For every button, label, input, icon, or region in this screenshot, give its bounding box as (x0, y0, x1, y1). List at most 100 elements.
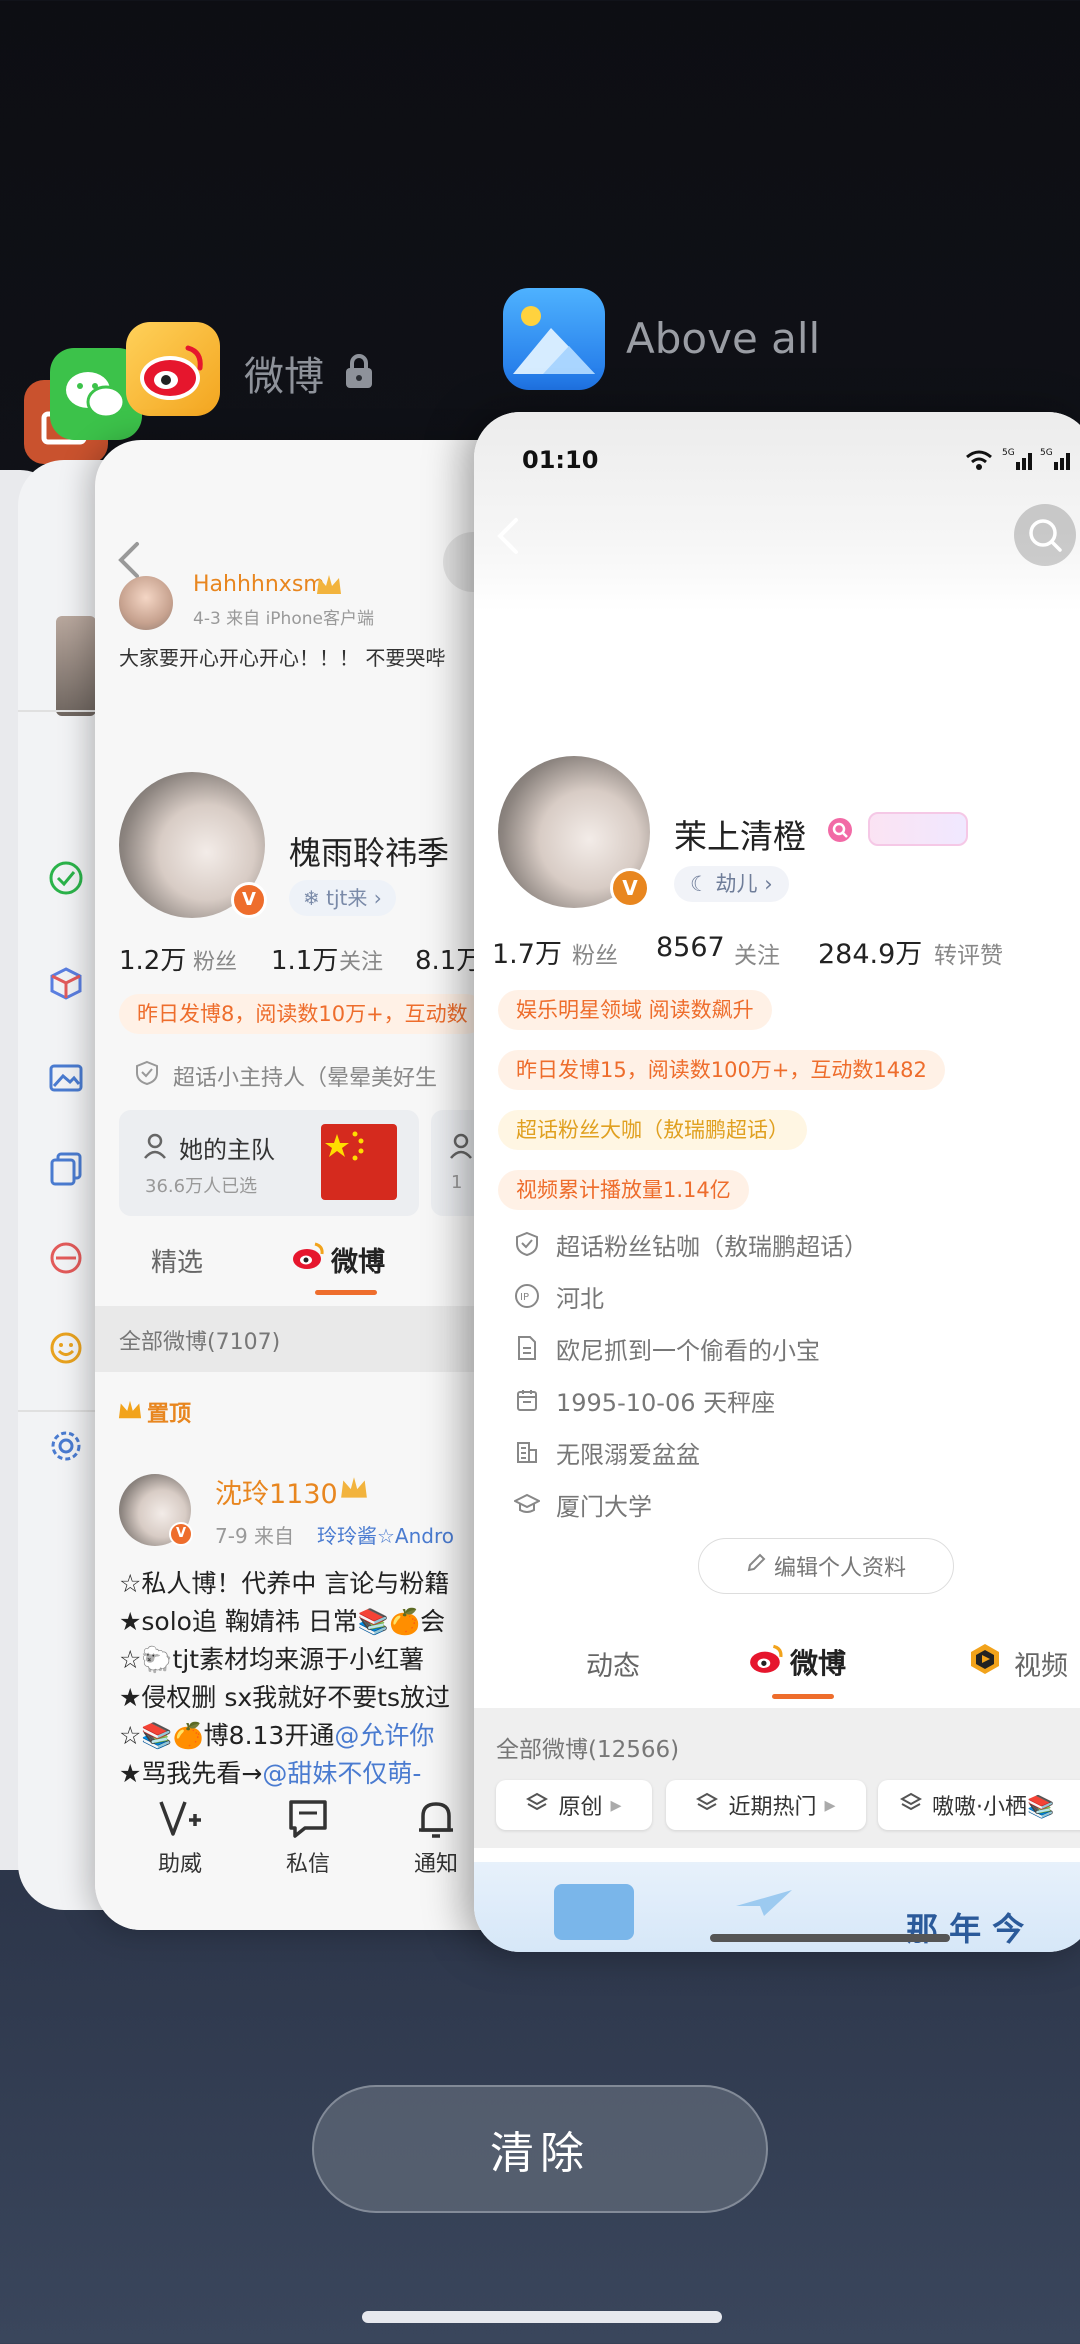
recent-card-profile[interactable]: 01:10 5G 5G V 茉上清橙 ☾ 劫儿 › 1.7万 粉丝 8567 关… (474, 412, 1080, 1952)
china-flag-icon (321, 1124, 397, 1200)
super-topic-icon (826, 816, 854, 848)
filter-hot[interactable]: 近期热门 ▸ (666, 1780, 866, 1830)
bell-icon (413, 1802, 459, 1846)
wifi-icon (964, 448, 994, 476)
gallery-app-icon[interactable] (503, 288, 605, 390)
header-gradient (474, 412, 1080, 612)
profile-badge-tag[interactable]: ☾ 劫儿 › (674, 866, 789, 902)
team-title: 她的主队 (179, 1136, 275, 1164)
mention-link[interactable]: @允许你 (334, 1721, 434, 1750)
clear-all-button[interactable]: 清除 (312, 2085, 768, 2213)
nav-notify[interactable]: 通知 (391, 1796, 481, 1896)
banner-text: 那 年 今 (906, 1910, 1025, 1948)
paper-plane-icon (734, 1888, 794, 1922)
filter-original[interactable]: 原创 ▸ (496, 1780, 652, 1830)
pencil-icon (746, 1553, 766, 1579)
tab-weibo[interactable]: 微博 (790, 1642, 846, 1682)
pinned-post-source[interactable]: 玲玲酱☆Andro (317, 1520, 454, 1549)
person-icon (141, 1132, 169, 1164)
more-count[interactable]: 8.1万 (415, 940, 482, 977)
all-posts-label[interactable]: 全部微博(12566) (496, 1730, 679, 1764)
signal-icon-2: 5G (1040, 446, 1074, 476)
tab-indicator (315, 1290, 377, 1295)
fan-tag-label: tjt来 (326, 886, 368, 910)
weibo-logo-icon (291, 1240, 325, 1274)
verified-badge-icon: V (610, 868, 650, 908)
filter-hot-label: 近期热门 (728, 1795, 817, 1820)
tag-super-fan[interactable]: 超话粉丝大咖（敖瑞鹏超话） (498, 1110, 807, 1150)
calendar-icon (514, 1387, 540, 1413)
info-school-text: 厦门大学 (556, 1492, 652, 1521)
tag-video-plays[interactable]: 视频累计播放量1.14亿 (498, 1170, 749, 1210)
signal-icon: 5G (1002, 446, 1036, 476)
follow-label: 关注 (734, 943, 780, 969)
home-indicator[interactable] (362, 2311, 722, 2323)
copy-icon (48, 1150, 84, 1190)
crown-icon (117, 1398, 143, 1426)
crown-icon (339, 1474, 369, 1506)
all-posts-label[interactable]: 全部微博(7107) (119, 1324, 280, 1356)
team-card-2-subtitle: 1 (451, 1172, 463, 1193)
layers-icon (899, 1792, 923, 1818)
fans-count[interactable]: 1.2万 (119, 940, 186, 977)
tab-weibo[interactable]: 微博 (331, 1240, 385, 1279)
profile-name: 槐雨聆祎季 (289, 834, 450, 872)
post-username[interactable]: Hahhhnxsm (193, 572, 325, 597)
moon-icon: ☾ (690, 872, 716, 896)
search-button[interactable] (1014, 504, 1076, 566)
ip-icon: IP (514, 1283, 540, 1309)
thumbnail (56, 616, 96, 716)
weibo-app-label: 微博 (244, 354, 324, 400)
info-location-text: 河北 (556, 1284, 604, 1313)
pinned-post-line-4: ★侵权删 sx我就好不要ts放过 (119, 1683, 451, 1712)
nav-message[interactable]: 私信 (263, 1796, 353, 1896)
message-icon (285, 1800, 331, 1846)
follow-count[interactable]: 8567 (656, 932, 725, 963)
tab-featured[interactable]: 精选 (151, 1242, 203, 1279)
weibo-app-icon[interactable] (126, 322, 220, 416)
profile-badge-label: 劫儿 (715, 872, 758, 896)
filter-collection-label: 嗷嗷·小栖📚 (932, 1795, 1055, 1820)
info-super-topic: 超话粉丝钻咖（敖瑞鹏超话） (514, 1224, 868, 1264)
verified-badge-icon: V (231, 882, 267, 918)
tab-activity[interactable]: 动态 (586, 1644, 640, 1683)
info-company-text: 无限溺爱盆盆 (556, 1440, 700, 1469)
follow-count[interactable]: 1.1万 (271, 940, 338, 977)
graduation-cap-icon (514, 1491, 540, 1517)
check-icon (48, 860, 84, 900)
edit-profile-button[interactable]: 编辑个人资料 (698, 1538, 954, 1594)
pinned-post-line-6: ★骂我先看→@甜妹不仅萌- (119, 1754, 421, 1790)
svg-text:IP: IP (520, 1292, 529, 1303)
activity-tag[interactable]: 昨日发博8，阅读数10万+，互动数 (119, 994, 486, 1034)
fan-tag[interactable]: ❄ tjt来 › (289, 880, 396, 916)
pinned-label: 置顶 (147, 1402, 192, 1427)
pinned-post-line-2: ★solo追 鞠婧祎 日常📚🍊会 (119, 1607, 446, 1636)
pinned-post-username[interactable]: 沈玲1130 (215, 1472, 338, 1511)
shield-icon (135, 1060, 159, 1090)
pinned-post-meta: 7-9 来自 (215, 1524, 295, 1548)
back-arrow-icon[interactable] (494, 516, 520, 560)
tag-activity[interactable]: 昨日发博15，阅读数100万+，互动数1482 (498, 1050, 945, 1090)
svg-text:5G: 5G (1040, 448, 1053, 458)
post-avatar[interactable] (119, 576, 173, 630)
tab-video[interactable]: 视频 (1014, 1644, 1068, 1683)
verified-badge-icon: V (169, 1522, 193, 1546)
person-icon (447, 1132, 475, 1164)
gallery-app-label: Above all (626, 314, 821, 363)
follow-label: 关注 (339, 950, 384, 975)
snowflake-icon: ❄ (303, 886, 327, 910)
nav-assist[interactable]: 助威 (135, 1796, 225, 1896)
repost-count[interactable]: 284.9万 (818, 932, 922, 971)
mention-link[interactable]: @甜妹不仅萌- (262, 1759, 421, 1788)
tag-hot-reading[interactable]: 娱乐明星领域 阅读数飙升 (498, 990, 772, 1030)
fans-label: 粉丝 (193, 950, 238, 975)
filter-collection[interactable]: 嗷嗷·小栖📚 (878, 1780, 1080, 1830)
weibo-logo-icon (748, 1642, 784, 1678)
post-text: 大家要开心开心开心！！！ 不要哭哔 (119, 646, 446, 670)
info-location: IP 河北 (514, 1276, 604, 1316)
fans-count[interactable]: 1.7万 (492, 932, 562, 971)
settings-icon (48, 1428, 84, 1468)
lock-icon (342, 352, 376, 396)
team-card[interactable]: 她的主队 36.6万人已选 (119, 1110, 419, 1216)
pinned-post-line-5: ☆📚🍊博8.13开通@允许你 (119, 1716, 434, 1752)
